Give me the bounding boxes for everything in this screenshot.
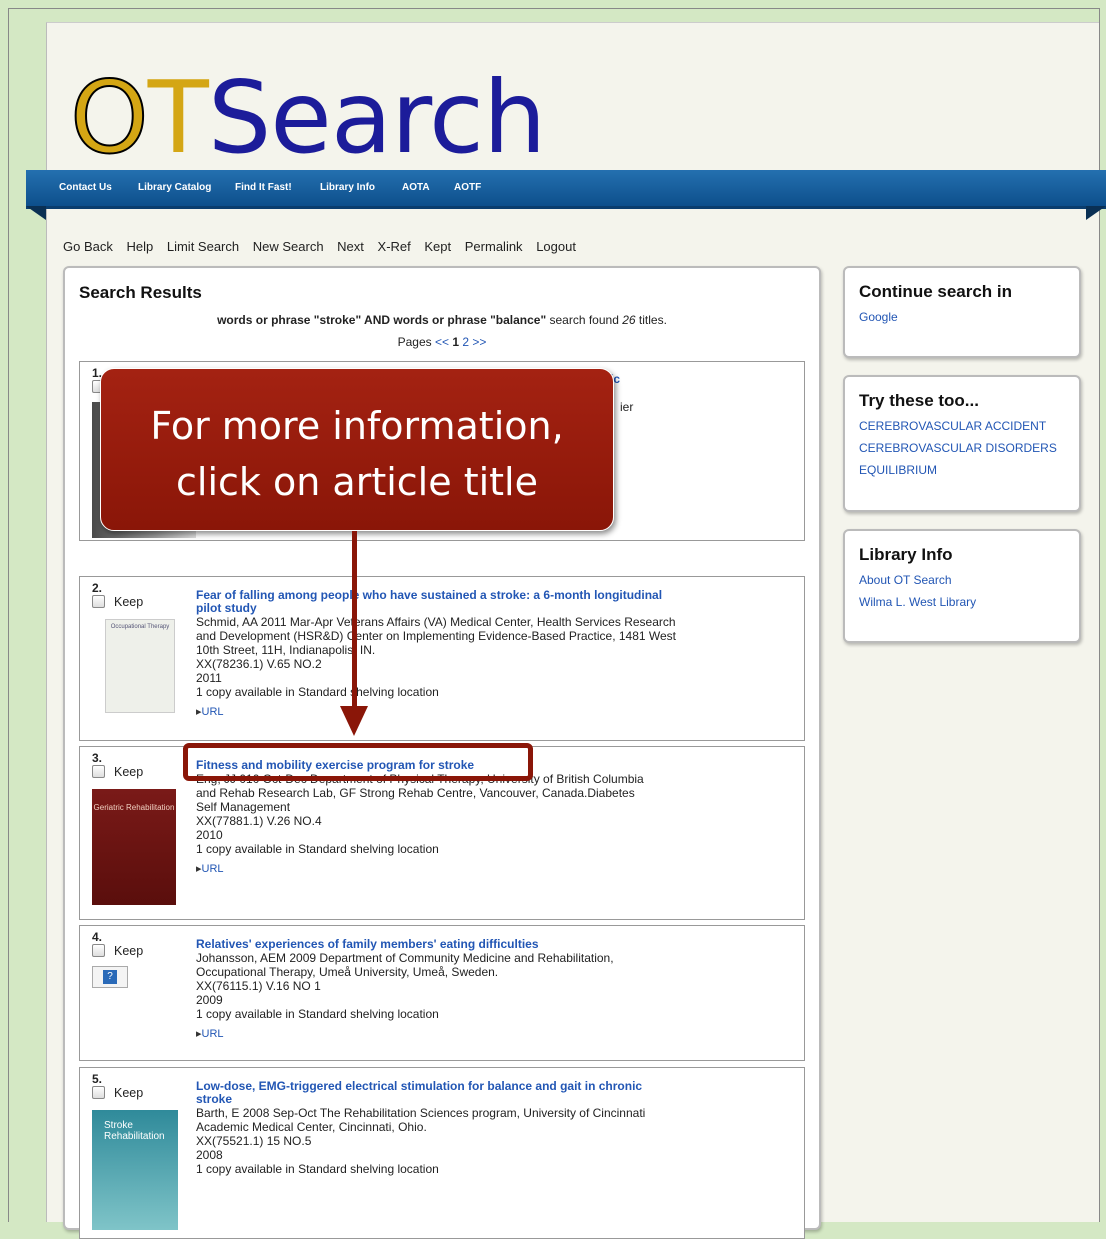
record-title-link[interactable]: Low-dose, EMG-triggered electrical stimu… [196, 1080, 676, 1106]
about-ot-search-link[interactable]: About OT Search [859, 573, 1065, 587]
keep-checkbox[interactable] [92, 1086, 105, 1099]
instruction-callout: For more information, click on article t… [100, 368, 614, 531]
record-year: 2008 [196, 1148, 223, 1162]
try-these-panel: Try these too... CEREBROVASCULAR ACCIDEN… [843, 375, 1081, 512]
record-call-number: XX(75521.1) 15 NO.5 [196, 1134, 312, 1148]
cover-title: Geriatric Rehabilitation [93, 803, 175, 812]
cover-title: Occupational Therapy [110, 624, 170, 630]
current-page: 1 [452, 335, 460, 349]
new-search-link[interactable]: New Search [253, 239, 324, 254]
page-2-link[interactable]: 2 [462, 335, 469, 349]
record-call-number: XX(77881.1) V.26 NO.4 [196, 814, 322, 828]
top-nav-bar: Contact Us Library Catalog Find It Fast!… [26, 170, 1106, 220]
summary-suffix: titles. [635, 313, 667, 327]
help-link[interactable]: Help [126, 239, 153, 254]
next-page-link[interactable]: >> [472, 335, 486, 349]
record-author-fragment: ier [620, 400, 634, 414]
google-link[interactable]: Google [859, 310, 1065, 324]
limit-search-link[interactable]: Limit Search [167, 239, 239, 254]
record-number: 5. [92, 1072, 103, 1086]
record-title-link[interactable]: Fear of falling among people who have su… [196, 589, 676, 615]
callout-line-1: For more information, [150, 404, 564, 448]
callout-line-2: click on article title [176, 460, 538, 504]
record-url-link[interactable]: URL [196, 862, 676, 876]
keep-label: Keep [114, 595, 144, 609]
title-highlight-box [183, 743, 533, 781]
result-record: 5. Keep Stroke Rehabilitation Low-dose, … [79, 1067, 805, 1239]
result-count: 26 [622, 313, 636, 327]
arrow-down-icon [340, 706, 368, 736]
record-author: Schmid, AA 2011 Mar-Apr Veterans Affairs… [196, 615, 677, 657]
record-availability: 1 copy available in Standard shelving lo… [196, 1007, 439, 1021]
callout-arrow-shaft [352, 531, 357, 714]
logo-word-search: Search [207, 59, 547, 176]
record-body: Relatives' experiences of family members… [196, 938, 676, 1041]
otsearch-logo: OTSearch [69, 58, 547, 178]
record-availability: 1 copy available in Standard shelving lo… [196, 842, 439, 856]
continue-search-panel: Continue search in Google [843, 266, 1081, 358]
record-body: Low-dose, EMG-triggered electrical stimu… [196, 1080, 676, 1177]
keep-label: Keep [114, 765, 144, 779]
continue-search-heading: Continue search in [859, 282, 1013, 301]
record-call-number: XX(78236.1) V.65 NO.2 [196, 657, 322, 671]
journal-cover: Occupational Therapy [105, 619, 175, 713]
record-number: 4. [92, 930, 103, 944]
x-ref-link[interactable]: X-Ref [378, 239, 411, 254]
result-record: 4. Keep ? Relatives' experiences of fami… [79, 925, 805, 1061]
library-info-panel: Library Info About OT Search Wilma L. We… [843, 529, 1081, 643]
keep-label: Keep [114, 944, 144, 958]
keep-label: Keep [114, 1086, 144, 1100]
results-summary: words or phrase "stroke" AND words or ph… [65, 313, 819, 327]
go-back-link[interactable]: Go Back [63, 239, 113, 254]
nav-library-catalog[interactable]: Library Catalog [138, 182, 211, 193]
next-link[interactable]: Next [337, 239, 364, 254]
record-body: Fear of falling among people who have su… [196, 589, 676, 719]
journal-cover: Geriatric Rehabilitation [92, 789, 176, 905]
record-year: 2009 [196, 993, 223, 1007]
nav-find-it-fast[interactable]: Find It Fast! [235, 182, 292, 193]
record-url-link[interactable]: URL [196, 1027, 676, 1041]
record-author: Johansson, AEM 2009 Department of Commun… [196, 951, 614, 979]
try-these-heading: Try these too... [859, 391, 979, 410]
keep-checkbox[interactable] [92, 944, 105, 957]
library-info-heading: Library Info [859, 545, 953, 564]
summary-query: words or phrase "stroke" AND words or ph… [217, 313, 547, 327]
record-availability: 1 copy available in Standard shelving lo… [196, 685, 439, 699]
pages-label: Pages [397, 335, 432, 349]
keep-checkbox[interactable] [92, 765, 105, 778]
nav-aotf[interactable]: AOTF [454, 182, 481, 193]
record-availability: 1 copy available in Standard shelving lo… [196, 1162, 439, 1176]
record-year: 2011 [196, 671, 222, 685]
missing-cover-placeholder: ? [92, 966, 128, 988]
record-author: Barth, E 2008 Sep-Oct The Rehabilitation… [196, 1106, 646, 1134]
logout-link[interactable]: Logout [536, 239, 576, 254]
journal-cover: Stroke Rehabilitation [92, 1110, 178, 1230]
question-mark-icon: ? [103, 970, 117, 984]
record-call-number: XX(76115.1) V.16 NO 1 [196, 979, 321, 993]
results-heading: Search Results [79, 283, 202, 302]
record-url-link[interactable]: URL [196, 705, 676, 719]
suggestion-link[interactable]: CEREBROVASCULAR DISORDERS [859, 441, 1065, 455]
suggestion-link[interactable]: EQUILIBRIUM [859, 463, 1065, 477]
summary-mid: search found [546, 313, 623, 327]
search-toolbar: Go Back Help Limit Search New Search Nex… [63, 239, 586, 254]
kept-link[interactable]: Kept [424, 239, 451, 254]
suggestion-link[interactable]: CEREBROVASCULAR ACCIDENT [859, 419, 1065, 433]
wilma-west-library-link[interactable]: Wilma L. West Library [859, 595, 1065, 609]
pager: Pages << 1 2 >> [65, 335, 819, 349]
prev-page-link[interactable]: << [435, 335, 449, 349]
logo-letter-o: O [69, 58, 150, 177]
record-number: 2. [92, 581, 103, 595]
result-record: 2. Keep Occupational Therapy Fear of fal… [79, 576, 805, 741]
cover-title: Stroke Rehabilitation [104, 1120, 165, 1142]
keep-checkbox[interactable] [92, 595, 105, 608]
record-year: 2010 [196, 828, 223, 842]
nav-aota[interactable]: AOTA [402, 182, 430, 193]
record-title-link[interactable]: Relatives' experiences of family members… [196, 938, 676, 951]
logo-letter-t: T [147, 59, 209, 176]
nav-contact-us[interactable]: Contact Us [59, 182, 112, 193]
nav-library-info[interactable]: Library Info [320, 182, 375, 193]
record-number: 3. [92, 751, 103, 765]
permalink-link[interactable]: Permalink [465, 239, 523, 254]
